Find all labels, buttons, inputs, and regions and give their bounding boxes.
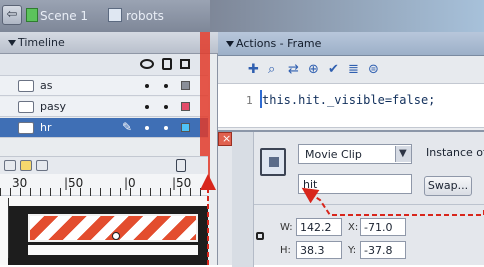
width-field[interactable]: 142.2 <box>296 218 342 236</box>
outline-color-swatch[interactable] <box>181 102 190 111</box>
symbol-type-select[interactable]: Movie Clip ▼ <box>298 144 412 164</box>
actions-toolbar: ✚ ⌕ ⇄ ⊕ ✔ ≣ ⊜ <box>218 56 484 84</box>
eye-icon[interactable] <box>140 59 154 69</box>
topbar-background <box>210 0 484 32</box>
add-folder-icon[interactable] <box>36 160 48 171</box>
lock-icon[interactable] <box>162 58 172 70</box>
y-field[interactable]: -37.8 <box>360 241 406 259</box>
ruler-ticks <box>0 188 208 196</box>
layer-row-as[interactable]: as <box>0 76 208 96</box>
properties-sidebar <box>232 132 254 267</box>
stage-area[interactable] <box>0 196 208 265</box>
height-label: H: <box>280 245 291 256</box>
stage-ruler: 30 |50 |0 |50 <box>0 174 208 196</box>
x-label: X: <box>348 222 359 233</box>
outline-icon[interactable] <box>180 59 190 69</box>
layer-column-header <box>0 54 208 76</box>
trash-icon[interactable] <box>176 159 186 172</box>
timeline-title: Timeline <box>18 36 65 49</box>
divider <box>254 204 484 205</box>
outline-color-swatch[interactable] <box>181 123 190 132</box>
back-arrow-icon[interactable]: ⇦ <box>2 5 22 25</box>
code-hint-icon[interactable]: ⊜ <box>368 62 382 77</box>
width-label: W: <box>280 222 293 233</box>
lock-dot[interactable] <box>164 84 168 88</box>
auto-format-icon[interactable]: ≣ <box>348 62 362 77</box>
lock-dot[interactable] <box>164 105 168 109</box>
timeline-header[interactable]: Timeline <box>0 32 218 54</box>
find-icon[interactable]: ⌕ <box>268 62 282 77</box>
symbol-type-value: Movie Clip <box>305 148 362 161</box>
stage-strip <box>28 245 198 255</box>
script-editor[interactable]: 1 this.hit._visible=false; <box>218 84 484 128</box>
layer-label: as <box>40 79 53 92</box>
dropdown-button[interactable]: ▼ <box>395 146 411 162</box>
target-icon[interactable]: ⊕ <box>308 62 322 77</box>
add-action-icon[interactable]: ✚ <box>248 62 262 77</box>
timeline-panel: Timeline as pasy hr ✎ 30 |50 |0 |50 <box>0 32 218 265</box>
movie-clip-symbol-icon <box>260 148 286 176</box>
lock-icon[interactable] <box>256 232 264 240</box>
tab-robots[interactable]: robots <box>126 4 206 28</box>
vertical-ruler <box>8 198 18 258</box>
layer-icon <box>18 80 34 92</box>
add-guide-icon[interactable] <box>20 160 32 171</box>
visibility-dot[interactable] <box>145 105 149 109</box>
layer-icon <box>18 122 34 134</box>
check-syntax-icon[interactable]: ✔ <box>328 62 342 77</box>
add-layer-icon[interactable] <box>4 160 16 171</box>
layer-icon <box>18 101 34 113</box>
collapse-triangle-icon[interactable] <box>226 41 234 47</box>
close-glyph: × <box>222 132 232 145</box>
y-label: Y: <box>348 245 357 256</box>
scene-icon <box>26 8 38 22</box>
visibility-dot[interactable] <box>145 126 149 130</box>
replace-icon[interactable]: ⇄ <box>288 62 302 77</box>
symbol-glyph <box>269 157 279 167</box>
instance-of-label: Instance of <box>426 146 484 159</box>
collapse-triangle-icon[interactable] <box>8 40 16 46</box>
instance-name-input[interactable]: hit <box>298 174 412 194</box>
lock-dot[interactable] <box>164 126 168 130</box>
layer-row-hr[interactable]: hr ✎ <box>0 118 208 138</box>
pencil-icon: ✎ <box>122 120 133 134</box>
close-icon[interactable]: × <box>218 132 232 146</box>
symbol-icon <box>108 8 122 22</box>
layer-row-pasy[interactable]: pasy <box>0 97 208 117</box>
registration-point-icon[interactable] <box>112 232 120 240</box>
properties-panel: × Movie Clip ▼ Instance of hit Swap... W… <box>218 130 484 267</box>
chevron-down-icon: ▼ <box>399 148 407 159</box>
timeline-toolbar <box>0 156 208 174</box>
code-line[interactable]: this.hit._visible=false; <box>262 93 435 107</box>
line-number: 1 <box>246 94 253 107</box>
layer-label: hr <box>40 121 52 134</box>
layer-label: pasy <box>40 100 66 113</box>
actions-title: Actions - Frame <box>236 37 322 50</box>
outline-color-swatch[interactable] <box>181 81 190 90</box>
visibility-dot[interactable] <box>145 84 149 88</box>
swap-button[interactable]: Swap... <box>424 176 472 196</box>
x-field[interactable]: -71.0 <box>360 218 406 236</box>
height-field[interactable]: 38.3 <box>296 241 342 259</box>
actions-header[interactable]: Actions - Frame <box>218 32 484 56</box>
